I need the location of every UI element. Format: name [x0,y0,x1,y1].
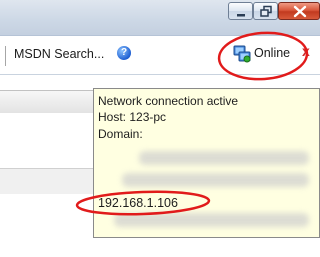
redacted-address-1 [139,151,309,165]
network-status-icon [233,45,251,63]
list-column-header [0,90,96,114]
close-panel-icon[interactable]: x [302,43,310,59]
domain-text: Domain: [98,127,143,141]
redacted-address-2 [122,173,309,187]
msdn-search-link[interactable]: MSDN Search... [14,47,104,61]
pane-divider-bar [0,168,96,195]
list-pane [0,113,96,168]
detail-pane [0,194,96,257]
network-status-tooltip: Network connection active Host: 123-pc D… [93,88,320,238]
help-icon[interactable]: ? [117,46,131,60]
ip-address-text: 192.168.1.106 [98,196,178,210]
window-caption-bar [0,0,320,36]
toolbar-separator [5,46,6,66]
restore-button[interactable] [253,2,278,20]
toolbar: MSDN Search... ? Online x [0,36,320,75]
online-status-label: Online [254,46,291,60]
redacted-address-3 [114,213,309,227]
minimize-button[interactable] [228,2,253,20]
host-text: Host: 123-pc [98,110,167,124]
close-window-button[interactable] [278,2,320,20]
connection-status-text: Network connection active [98,94,239,108]
